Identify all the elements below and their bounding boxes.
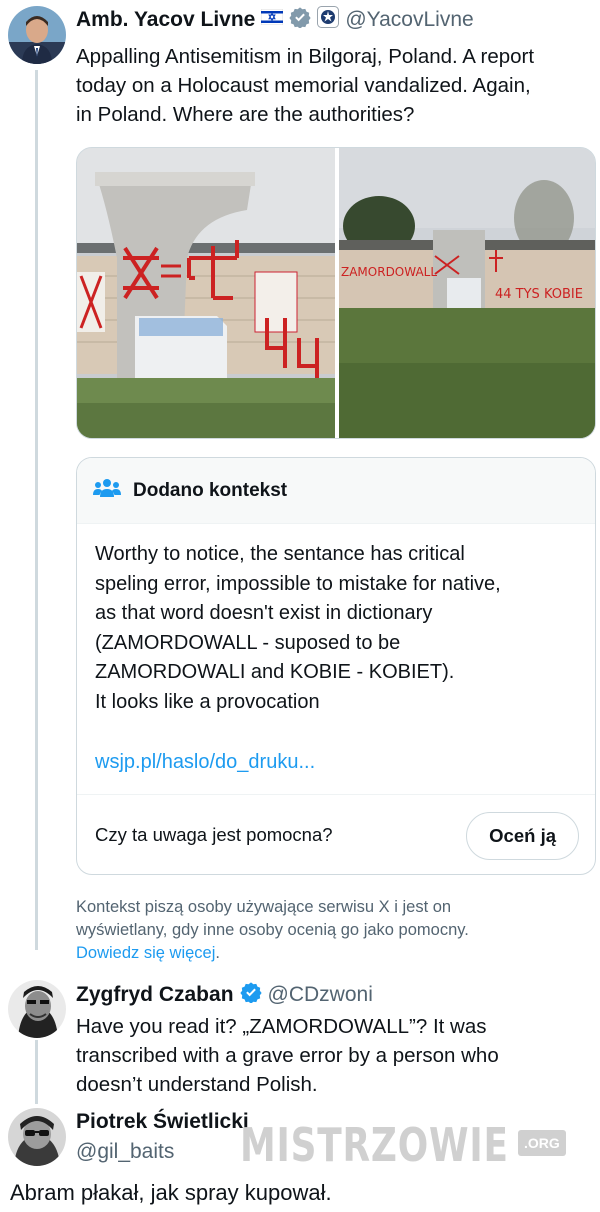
tweet-header: Amb. Yacov Livne @YacovLivne	[76, 6, 474, 33]
author-name[interactable]: Amb. Yacov Livne	[76, 8, 255, 32]
reply1-text: Have you read it? „ZAMORDOWALL”? It was …	[76, 1012, 499, 1099]
avatar-yacov-livne[interactable]	[8, 6, 66, 64]
tweet-text-line: Appalling Antisemitism in Bilgoraj, Pola…	[76, 45, 535, 68]
verified-blue-icon	[239, 981, 262, 1008]
note-line: as that word doesn't exist in dictionary	[95, 602, 433, 624]
footer-end: .	[215, 944, 220, 962]
reply2-handle-row: @gil_baits	[70, 1140, 174, 1164]
community-note-header: Dodano kontekst	[77, 458, 595, 524]
tweet-text-line: today on a Holocaust memorial vandalized…	[76, 74, 531, 97]
verified-gray-icon	[289, 6, 311, 33]
tweet-text: Appalling Antisemitism in Bilgoraj, Pola…	[76, 42, 534, 129]
reply1-header: Zygfryd Czaban @CDzwoni	[76, 981, 373, 1008]
note-line: speling error, impossible to mistake for…	[95, 572, 501, 595]
author-handle[interactable]: @YacovLivne	[345, 8, 473, 32]
tweet-media[interactable]: ZAMORDOWALL 44 TYS KOBIE	[76, 147, 596, 439]
footer-line: wyświetlany, gdy inne osoby ocenią go ja…	[76, 921, 469, 939]
thread-line-2	[35, 1040, 38, 1104]
graffiti-text: ZAMORDOWALL	[341, 265, 437, 279]
reply1-text-line: doesn’t understand Polish.	[76, 1073, 318, 1096]
thread-line-1	[35, 70, 38, 950]
reply1-author-name[interactable]: Zygfryd Czaban	[76, 983, 234, 1007]
reply1-text-line: transcribed with a grave error by a pers…	[76, 1044, 499, 1067]
graffiti-text: 44 TYS KOBIE	[495, 287, 583, 302]
memorial-closeup-photo[interactable]	[77, 148, 336, 438]
memorial-wide-photo[interactable]: ZAMORDOWALL 44 TYS KOBIE	[336, 148, 595, 438]
reply1-text-line: Have you read it? „ZAMORDOWALL”? It was	[76, 1015, 487, 1038]
footer-line: Kontekst piszą osoby używające serwisu X…	[76, 898, 452, 916]
reply2-author-name[interactable]: Piotrek Świetlicki	[76, 1110, 249, 1134]
note-line: Worthy to notice, the sentance has criti…	[95, 543, 465, 565]
community-note-title: Dodano kontekst	[133, 479, 288, 501]
note-line: ZAMORDOWALI and KOBIE - KOBIET).	[95, 661, 455, 683]
watermark-text: MISTRZOWIE	[240, 1118, 509, 1172]
mistrzowie-watermark: MISTRZOWIE .ORG	[240, 1118, 585, 1172]
note-source-link[interactable]: wsjp.pl/haslo/do_druku...	[95, 748, 577, 778]
rate-note-button[interactable]: Oceń ją	[466, 812, 579, 860]
israel-flag-icon	[260, 8, 284, 30]
community-note-footer: Kontekst piszą osoby używające serwisu X…	[76, 896, 576, 965]
affiliation-emblem-icon[interactable]	[317, 6, 340, 33]
avatar-zygfryd-czaban[interactable]	[8, 980, 66, 1038]
community-note-body: Worthy to notice, the sentance has criti…	[95, 540, 577, 778]
meme-caption: Abram płakał, jak spray kupował.	[10, 1180, 332, 1205]
tweet-text-line: in Poland. Where are the authorities?	[76, 103, 415, 126]
note-line: (ZAMORDOWALL - suposed to be	[95, 631, 401, 654]
reply1-author-handle[interactable]: @CDzwoni	[268, 983, 373, 1007]
reply2-author-handle[interactable]: @gil_baits	[76, 1140, 174, 1164]
note-line: It looks like a provocation	[95, 690, 320, 713]
reply2-header: Piotrek Świetlicki	[76, 1110, 249, 1134]
note-divider	[77, 794, 595, 795]
avatar-piotrek-swietlicki[interactable]	[8, 1108, 66, 1166]
people-icon	[93, 477, 121, 504]
helpful-question: Czy ta uwaga jest pomocna?	[95, 824, 333, 845]
learn-more-link[interactable]: Dowiedz się więcej	[76, 944, 215, 962]
watermark-suffix: .ORG	[518, 1130, 566, 1156]
community-note: Dodano kontekst Worthy to notice, the se…	[76, 457, 596, 875]
